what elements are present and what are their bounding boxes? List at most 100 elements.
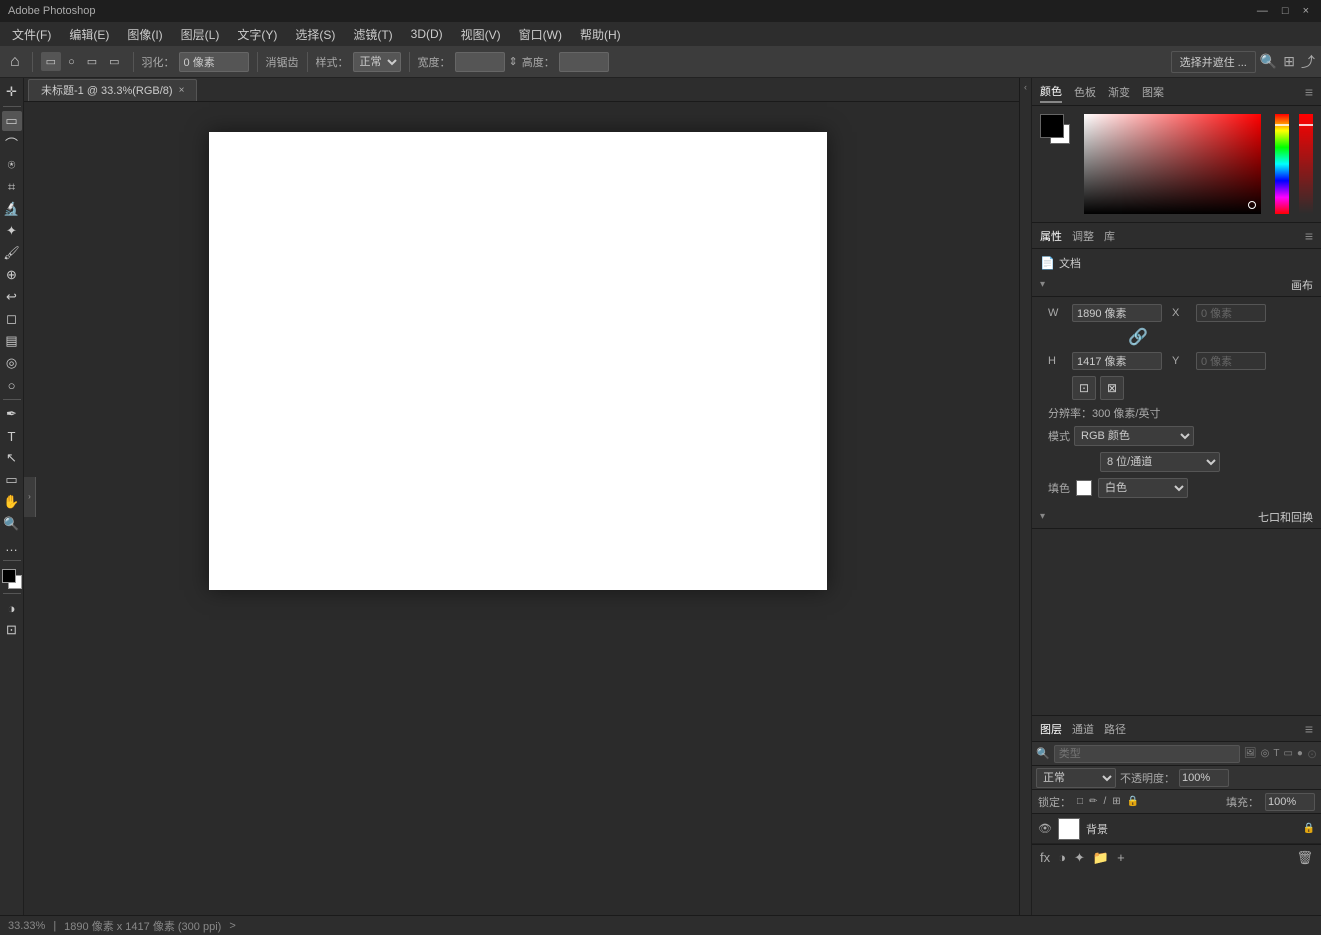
tab-close-btn[interactable]: × — [179, 85, 185, 96]
dodge-tool[interactable]: ○ — [2, 375, 22, 395]
tab-paths[interactable]: 路径 — [1104, 721, 1126, 737]
color-gradient[interactable] — [1084, 114, 1261, 214]
close-btn[interactable]: × — [1299, 5, 1313, 17]
layer-group-btn[interactable]: 📁 — [1091, 850, 1111, 866]
height-input[interactable] — [559, 52, 609, 72]
lock-pixels-icon[interactable]: □ — [1077, 796, 1083, 807]
search-icon[interactable]: 🔍 — [1260, 53, 1277, 70]
tab-properties[interactable]: 属性 — [1040, 228, 1062, 244]
marquee-tool[interactable]: ▭ — [2, 111, 22, 131]
spot-heal-tool[interactable]: ✦ — [2, 221, 22, 241]
status-arrow[interactable]: > — [229, 920, 235, 932]
menu-file[interactable]: 文件(F) — [4, 24, 59, 45]
quick-mask-btn[interactable]: ◑ — [2, 598, 22, 618]
brush-tool[interactable]: 🖌 — [2, 243, 22, 263]
layer-adjustment-btn[interactable]: ✦ — [1072, 850, 1087, 866]
share-icon[interactable]: ⤴ — [1301, 52, 1315, 72]
screen-mode-btn[interactable]: ⊡ — [2, 620, 22, 640]
menu-edit[interactable]: 编辑(E) — [61, 24, 117, 45]
opacity-input[interactable] — [1179, 769, 1229, 787]
menu-filter[interactable]: 滤镜(T) — [345, 24, 400, 45]
tab-adjustments[interactable]: 调整 — [1072, 228, 1094, 244]
history-brush-tool[interactable]: ↩ — [2, 287, 22, 307]
blend-mode-select[interactable]: 正常 — [1036, 768, 1116, 788]
lasso-tool[interactable]: ⌒ — [2, 133, 22, 153]
canvas-wrapper[interactable] — [24, 102, 1019, 915]
hand-tool[interactable]: ✋ — [2, 492, 22, 512]
pen-tool[interactable]: ✒ — [2, 404, 22, 424]
workspace-icon[interactable]: ⊞ — [1283, 53, 1295, 70]
select-subject-btn[interactable]: 选择并遮住 ... — [1171, 51, 1256, 73]
color-swatches[interactable] — [2, 569, 22, 589]
tab-swatches[interactable]: 色板 — [1074, 82, 1096, 102]
layer-filter-image[interactable]: 🖼 — [1244, 748, 1257, 759]
gradient-tool[interactable]: ▤ — [2, 331, 22, 351]
crop-tool[interactable]: ⌗ — [2, 177, 22, 197]
menu-layer[interactable]: 图层(L) — [173, 24, 228, 45]
color-hue-strip[interactable] — [1275, 114, 1289, 214]
layer-filter-text[interactable]: T — [1273, 748, 1279, 759]
canvas-w-input[interactable] — [1072, 304, 1162, 322]
height-swap-icon[interactable]: ⇕ — [509, 55, 518, 68]
tab-channels[interactable]: 通道 — [1072, 721, 1094, 737]
menu-select[interactable]: 选择(S) — [287, 24, 343, 45]
layer-search-input[interactable] — [1054, 745, 1240, 763]
menu-3d[interactable]: 3D(D) — [403, 25, 451, 43]
tab-gradient[interactable]: 渐变 — [1108, 82, 1130, 102]
move-tool[interactable]: ✛ — [2, 82, 22, 102]
foreground-color-swatch[interactable] — [2, 569, 16, 583]
fill-select[interactable]: 白色 — [1098, 478, 1188, 498]
lock-position-icon[interactable]: / — [1103, 796, 1106, 807]
menu-window[interactable]: 窗口(W) — [511, 24, 570, 45]
canvas-y-input[interactable] — [1196, 352, 1266, 370]
layer-filter-smart[interactable]: ● — [1297, 748, 1303, 759]
zoom-tool[interactable]: 🔍 — [2, 514, 22, 534]
blur-tool[interactable]: ◎ — [2, 353, 22, 373]
tab-library[interactable]: 库 — [1104, 228, 1115, 244]
menu-help[interactable]: 帮助(H) — [572, 24, 629, 45]
menu-view[interactable]: 视图(V) — [453, 24, 509, 45]
canvas-x-input[interactable] — [1196, 304, 1266, 322]
resize-canvas-btn[interactable]: ⊠ — [1100, 376, 1124, 400]
extra-tools[interactable]: … — [2, 536, 22, 556]
quick-select-tool[interactable]: ⍟ — [2, 155, 22, 175]
text-tool[interactable]: T — [2, 426, 22, 446]
properties-panel-menu[interactable]: ≡ — [1305, 228, 1313, 244]
tab-layers[interactable]: 图层 — [1040, 721, 1062, 737]
canvas-section-header[interactable]: ▾ 画布 — [1032, 273, 1321, 297]
layers-panel-menu[interactable]: ≡ — [1305, 721, 1313, 737]
single-col-btn[interactable]: ▭ — [104, 52, 124, 71]
tab-pattern[interactable]: 图案 — [1142, 82, 1164, 102]
shape-tool[interactable]: ▭ — [2, 470, 22, 490]
mode-select[interactable]: RGB 颜色 — [1074, 426, 1194, 446]
canvas-h-input[interactable] — [1072, 352, 1162, 370]
layer-filter-toggle[interactable]: ⊙ — [1307, 747, 1317, 761]
rect-select-btn[interactable]: ▭ — [41, 52, 61, 71]
delete-layer-btn[interactable]: 🗑 — [1294, 850, 1315, 866]
feather-input[interactable] — [179, 52, 249, 72]
path-select-tool[interactable]: ↖ — [2, 448, 22, 468]
layer-visibility-icon[interactable]: 👁 — [1038, 822, 1052, 835]
color-panel-menu[interactable]: ≡ — [1305, 84, 1313, 100]
layer-filter-adjust[interactable]: ◎ — [1261, 748, 1270, 759]
link-dimensions-icon[interactable]: 🔗 — [1128, 327, 1148, 347]
new-layer-btn[interactable]: + — [1115, 850, 1127, 865]
menu-text[interactable]: 文字(Y) — [229, 24, 285, 45]
home-icon[interactable]: ⌂ — [6, 51, 24, 73]
lock-all-icon[interactable]: 🔒 — [1127, 796, 1139, 807]
eraser-tool[interactable]: ◻ — [2, 309, 22, 329]
minimize-btn[interactable]: — — [1253, 5, 1272, 17]
window-controls[interactable]: — □ × — [1253, 5, 1313, 17]
fill-color-box[interactable] — [1076, 480, 1092, 496]
layer-filter-shape[interactable]: ▭ — [1283, 748, 1292, 759]
document-tab[interactable]: 未标题-1 @ 33.3%(RGB/8) × — [28, 79, 197, 101]
fg-color-mini[interactable] — [1040, 114, 1064, 138]
fill-input[interactable] — [1265, 793, 1315, 811]
color-alpha-strip[interactable] — [1299, 114, 1313, 214]
width-input[interactable] — [455, 52, 505, 72]
layer-fx-btn[interactable]: fx — [1038, 850, 1052, 865]
tab-color[interactable]: 颜色 — [1040, 81, 1062, 103]
lock-paint-icon[interactable]: ✏ — [1089, 796, 1097, 807]
right-collapse-btn[interactable]: ‹ — [1019, 78, 1031, 915]
menu-image[interactable]: 图像(I) — [119, 24, 170, 45]
